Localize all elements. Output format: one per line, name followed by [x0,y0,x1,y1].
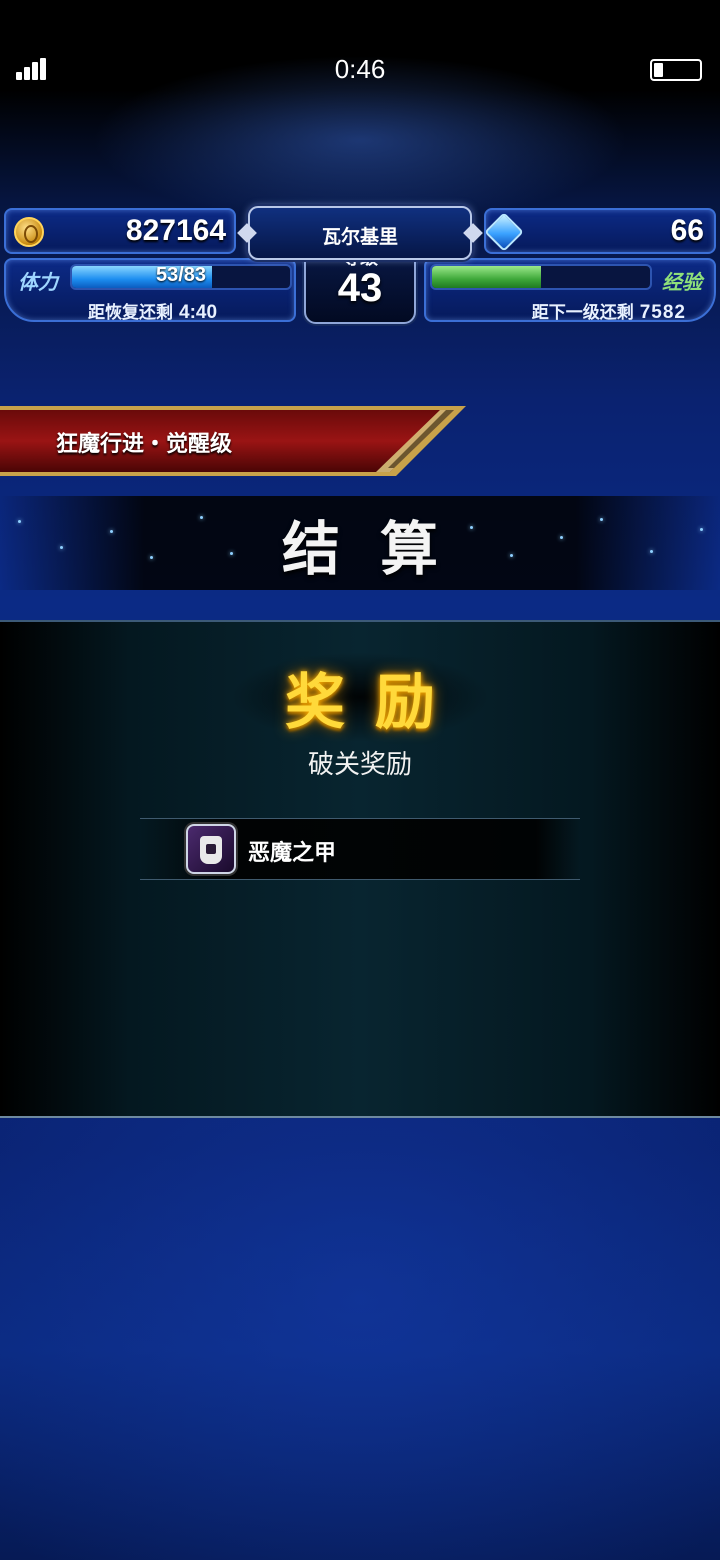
stamina-label: 体力 [18,270,58,294]
stage-banner: 狂魔行进・觉醒级 [0,404,466,478]
gem-icon [484,212,524,252]
player-name: 瓦尔基里 [321,226,398,248]
exp-bar [430,264,652,290]
next-level-exp: 距下一级还剩 7582 [532,298,686,324]
stamina-panel: 体力 53/83 距恢复还剩 4:40 [4,258,296,324]
gem-amount: 66 [670,214,704,247]
reward-subtitle: 破关奖励 [307,750,412,780]
player-hud: 827164 66 体力 53/83 距恢复还剩 4:40 经验 距下一级还剩 75… [0,200,720,330]
player-name-plate[interactable]: 瓦尔基里 [248,206,472,260]
recover-time: 4:40 [179,302,218,323]
battery-icon [650,59,702,81]
recover-label: 距恢复还剩 [88,303,173,323]
exp-label: 经验 [662,270,702,294]
settlement-title: 结算 [281,515,478,583]
recover-timer: 距恢复还剩 4:40 [88,298,217,324]
clock: 0:46 [334,54,386,84]
next-level-value: 7582 [639,302,686,323]
exp-bar-fill [432,266,541,288]
gem-panel[interactable]: 66 [484,208,716,254]
reward-item-name: 恶魔之甲 [248,841,337,866]
gold-panel: 827164 [4,208,236,254]
gold-amount: 827164 [125,214,226,247]
level-number: 43 [337,266,383,310]
status-bar: 0:46 [0,40,720,100]
gold-coin-icon [14,217,44,247]
demon-armor-icon [186,824,236,874]
reward-item[interactable]: 恶魔之甲 [140,818,580,880]
stamina-value: 53/83 [155,264,207,286]
exp-panel: 经验 距下一级还剩 7582 [424,258,716,324]
reward-title: 奖励 [285,668,465,738]
stage-name: 狂魔行进・觉醒级 [56,432,233,457]
next-level-label: 距下一级还剩 [531,303,634,323]
